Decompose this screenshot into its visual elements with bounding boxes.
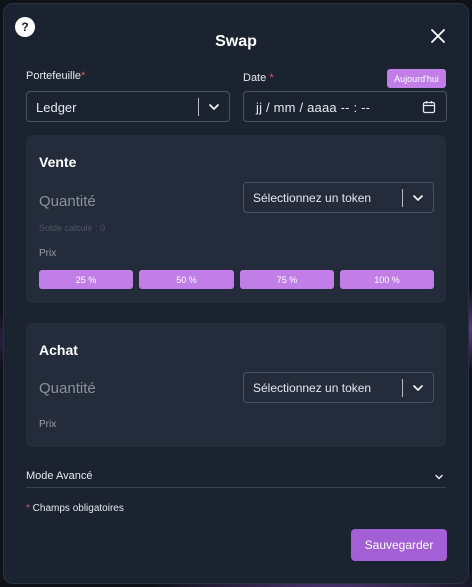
percent-100-button[interactable]: 100 % bbox=[340, 270, 434, 289]
required-fields-note: * Champs obligatoires bbox=[26, 503, 124, 514]
sell-price-label: Prix bbox=[39, 248, 57, 259]
select-divider bbox=[402, 379, 403, 397]
percent-75-button[interactable]: 75 % bbox=[240, 270, 334, 289]
percent-25-button[interactable]: 25 % bbox=[39, 270, 133, 289]
buy-panel: Achat Quantité Sélectionnez un token Pri… bbox=[26, 323, 446, 447]
wallet-select-value: Ledger bbox=[36, 100, 77, 115]
close-icon[interactable] bbox=[429, 27, 447, 45]
today-button[interactable]: Aujourd'hui bbox=[387, 69, 446, 88]
date-placeholder: jj / mm / aaaa -- : -- bbox=[256, 100, 371, 115]
percent-50-button[interactable]: 50 % bbox=[139, 270, 234, 289]
select-divider bbox=[198, 98, 199, 116]
date-label: Date * bbox=[243, 72, 274, 84]
save-button[interactable]: Sauvegarder bbox=[351, 529, 447, 561]
sell-token-select[interactable]: Sélectionnez un token bbox=[243, 182, 434, 213]
sell-panel: Vente Quantité Sélectionnez un token Sol… bbox=[26, 135, 446, 303]
chevron-down-icon[interactable] bbox=[412, 382, 424, 394]
chevron-down-icon[interactable] bbox=[412, 192, 424, 204]
buy-token-select-value: Sélectionnez un token bbox=[253, 381, 372, 395]
swap-modal: ? Swap Portefeuille* Ledger Date * Aujou… bbox=[3, 3, 469, 584]
buy-title: Achat bbox=[39, 342, 78, 358]
wallet-label: Portefeuille* bbox=[26, 70, 86, 82]
sell-quantity-input[interactable]: Quantité bbox=[39, 193, 96, 210]
modal-title: Swap bbox=[215, 33, 257, 50]
advanced-mode-label: Mode Avancé bbox=[26, 470, 93, 482]
chevron-down-icon[interactable] bbox=[208, 101, 220, 113]
required-mark: * bbox=[269, 72, 274, 84]
buy-price-label: Prix bbox=[39, 419, 57, 430]
required-mark: * bbox=[81, 70, 86, 82]
wallet-select[interactable]: Ledger bbox=[26, 91, 230, 122]
buy-token-select[interactable]: Sélectionnez un token bbox=[243, 372, 434, 403]
chevron-down-icon[interactable] bbox=[434, 472, 444, 482]
select-divider bbox=[402, 189, 403, 207]
date-input[interactable]: jj / mm / aaaa -- : -- bbox=[243, 91, 447, 122]
sell-title: Vente bbox=[39, 154, 77, 170]
question-icon: ? bbox=[21, 20, 29, 34]
sell-token-select-value: Sélectionnez un token bbox=[253, 191, 372, 205]
advanced-mode-toggle[interactable]: Mode Avancé bbox=[26, 468, 446, 488]
calendar-icon[interactable] bbox=[422, 100, 436, 114]
sell-balance: Solde calculé : 0 bbox=[39, 223, 106, 233]
buy-quantity-input[interactable]: Quantité bbox=[39, 380, 96, 397]
